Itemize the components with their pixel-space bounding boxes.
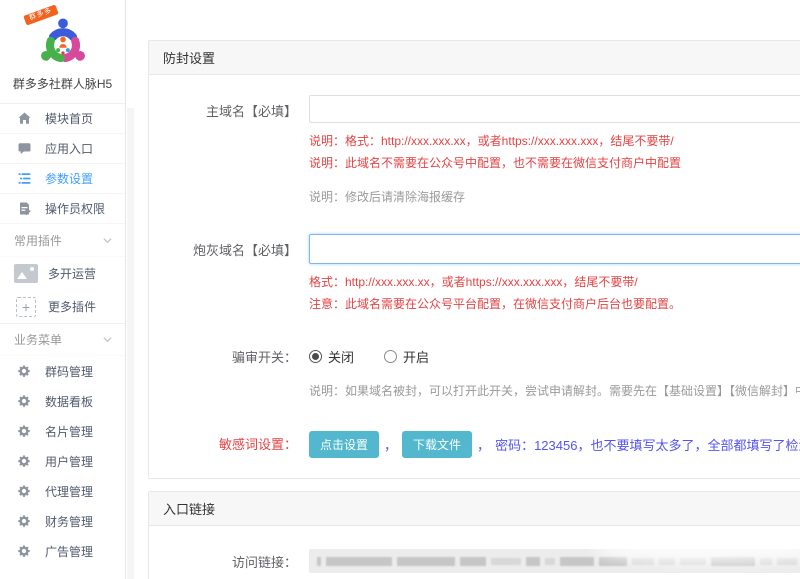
cheat-audit-note: 说明：如果域名被封，可以打开此开关，尝试申请解封。需要先在【基础设置】【微信解封… <box>309 382 800 400</box>
section-title: 常用插件 <box>14 232 62 249</box>
document-pen-icon <box>17 201 32 216</box>
radio-checked-icon[interactable] <box>309 350 322 363</box>
gear-icon <box>17 424 31 438</box>
main-domain-note-cache: 说明：修改后请清除海报缓存 <box>309 188 800 206</box>
chevron-down-icon[interactable] <box>102 235 113 246</box>
sidebar-item-operator-permissions[interactable]: 操作员权限 <box>0 194 125 224</box>
cheat-audit-option-close[interactable]: 关闭 <box>309 347 354 366</box>
gear-icon <box>17 394 31 408</box>
app-logo-block: 群多多 群多多社群人脉H5 <box>0 0 125 104</box>
gear-icon <box>17 364 31 378</box>
sidebar-item-multi-open[interactable]: 多开运营 <box>0 257 125 290</box>
sidebar-item-data-board[interactable]: 数据看板 <box>0 386 125 416</box>
sidebar-item-agent-management[interactable]: 代理管理 <box>0 476 125 506</box>
home-icon <box>17 111 32 126</box>
decoy-domain-note-format: 格式：http://xxx.xxx.xx，或者https://xxx.xxx.x… <box>309 273 800 291</box>
sidebar-item-more-plugins[interactable]: + 更多插件 <box>0 290 125 323</box>
sidebar-item-label: 名片管理 <box>45 423 93 440</box>
panel-entry-links: 入口链接 访问链接： app下载链接： 说明：如果设置为浏览器模式，并打包为ap… <box>148 491 800 579</box>
sidebar-item-label: 数据看板 <box>45 393 93 410</box>
chat-icon <box>17 141 32 156</box>
sidebar-item-finance-management[interactable]: 财务管理 <box>0 506 125 536</box>
sidebar: 群多多 群多多社群人脉H5 模块首页 应用入口 参数设置 操作员权限 常用 <box>0 0 126 579</box>
cheat-audit-option-open[interactable]: 开启 <box>384 347 429 366</box>
decoy-domain-input[interactable] <box>309 234 800 264</box>
cheat-audit-label: 骗审开关： <box>149 341 309 400</box>
sensitive-password-hint: 密码：123456，也不要填写太多了，全部都填写了检测时会有点慢。 <box>495 435 800 454</box>
main-domain-note-format: 说明：格式：http://xxx.xxx.xx，或者https://xxx.xx… <box>309 132 800 150</box>
comma-separator: ， <box>477 435 490 454</box>
sidebar-item-module-home[interactable]: 模块首页 <box>0 104 125 134</box>
chevron-down-icon[interactable] <box>102 334 113 345</box>
sidebar-item-label: 群码管理 <box>45 363 93 380</box>
sidebar-item-label: 参数设置 <box>45 170 93 187</box>
panel-title: 入口链接 <box>149 492 800 526</box>
gear-icon <box>17 454 31 468</box>
section-business-menu: 业务菜单 <box>0 323 125 356</box>
sidebar-item-label: 代理管理 <box>45 483 93 500</box>
radio-icon[interactable] <box>384 350 397 363</box>
main-domain-label: 主域名【必填】 <box>149 95 309 206</box>
sidebar-item-label: 操作员权限 <box>45 200 105 217</box>
sidebar-item-label: 应用入口 <box>45 140 93 157</box>
sensitive-download-button[interactable]: 下载文件 <box>402 431 472 458</box>
sidebar-item-label: 多开运营 <box>48 265 96 282</box>
image-icon <box>14 264 38 283</box>
sensitive-set-button[interactable]: 点击设置 <box>309 431 379 458</box>
sidebar-item-parameter-settings[interactable]: 参数设置 <box>0 164 125 194</box>
section-common-plugins: 常用插件 <box>0 224 125 257</box>
section-title: 业务菜单 <box>14 331 62 348</box>
sidebar-item-label: 模块首页 <box>45 110 93 127</box>
sidebar-item-user-management[interactable]: 用户管理 <box>0 446 125 476</box>
main-domain-note-config: 说明：此域名不需要在公众号中配置，也不需要在微信支付商户中配置 <box>309 154 800 172</box>
panel-anti-block: 防封设置 主域名【必填】 说明：格式：http://xxx.xxx.xx，或者h… <box>148 40 800 479</box>
sidebar-item-label: 用户管理 <box>45 453 93 470</box>
sidebar-item-group-code[interactable]: 群码管理 <box>0 356 125 386</box>
gear-icon <box>17 544 31 558</box>
gear-icon <box>17 484 31 498</box>
comma-separator: ， <box>384 435 397 454</box>
main-content: 防封设置 主域名【必填】 说明：格式：http://xxx.xxx.xx，或者h… <box>134 0 800 579</box>
sidebar-item-ad-management[interactable]: 广告管理 <box>0 536 125 566</box>
cheat-audit-radio-group: 关闭 开启 <box>309 341 800 366</box>
visit-link-redacted-value <box>309 549 800 573</box>
sidebar-item-app-entry[interactable]: 应用入口 <box>0 134 125 164</box>
panel-title: 防封设置 <box>149 41 800 75</box>
app-title: 群多多社群人脉H5 <box>0 75 125 92</box>
sidebar-item-label: 财务管理 <box>45 513 93 530</box>
list-icon <box>17 171 32 186</box>
main-domain-input[interactable] <box>309 95 800 123</box>
sidebar-item-business-card[interactable]: 名片管理 <box>0 416 125 446</box>
decoy-domain-label: 炮灰域名【必填】 <box>149 234 309 313</box>
sensitive-words-label: 敏感词设置： <box>149 428 309 458</box>
radio-label: 开启 <box>403 347 429 366</box>
app-logo-icon <box>37 16 89 68</box>
gear-icon <box>17 514 31 528</box>
sidebar-item-label: 更多插件 <box>48 298 96 315</box>
plus-icon: + <box>16 297 36 317</box>
sidebar-item-label: 广告管理 <box>45 543 93 560</box>
visit-link-label: 访问链接： <box>149 546 309 573</box>
sidebar-scrollbar[interactable] <box>127 108 134 579</box>
radio-label: 关闭 <box>328 347 354 366</box>
decoy-domain-note-config: 注意：此域名需要在公众号平台配置，在微信支付商户后台也要配置。 <box>309 295 800 313</box>
